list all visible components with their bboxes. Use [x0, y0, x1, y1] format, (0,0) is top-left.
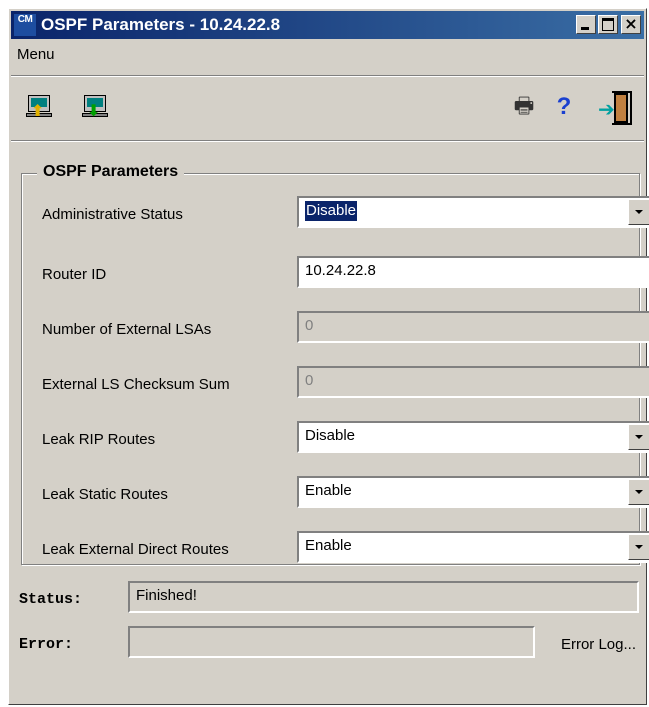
close-icon: ×	[624, 14, 638, 33]
admin-status-label: Administrative Status	[42, 206, 183, 223]
printer-icon[interactable]: 🖶	[512, 95, 536, 119]
leak-ext-direct-routes-select[interactable]: Enable	[297, 531, 649, 563]
error-log-button[interactable]: Error Log...	[561, 636, 636, 653]
title-bar[interactable]: CM OSPF Parameters - 10.24.22.8 ×	[11, 11, 644, 39]
app-icon[interactable]: CM	[14, 14, 36, 36]
leak-rip-routes-select[interactable]: Disable	[297, 421, 649, 453]
leak-ext-direct-dropdown-button[interactable]	[628, 534, 649, 560]
minimize-icon	[581, 27, 589, 30]
leak-rip-dropdown-button[interactable]	[628, 424, 649, 450]
leak-static-routes-value: Enable	[305, 482, 352, 499]
chevron-down-icon	[635, 545, 643, 549]
app-icon-text: CM	[17, 14, 33, 25]
num-external-lsas-label: Number of External LSAs	[42, 321, 212, 338]
close-button[interactable]: ×	[621, 14, 641, 34]
admin-status-select[interactable]: Disable	[297, 196, 649, 228]
ospf-parameters-group: OSPF Parameters Administrative Status Di…	[21, 163, 649, 565]
router-id-input[interactable]: 10.24.22.8	[297, 256, 649, 288]
maximize-button[interactable]	[598, 15, 618, 34]
chevron-down-icon	[635, 435, 643, 439]
exit-icon[interactable]: ➔	[598, 91, 632, 125]
ext-ls-checksum-label: External LS Checksum Sum	[42, 376, 230, 393]
router-id-label: Router ID	[42, 266, 107, 283]
download-arrow-icon: ⬇	[87, 101, 101, 120]
admin-status-dropdown-button[interactable]	[628, 199, 649, 225]
status-label: Status:	[19, 591, 83, 608]
help-icon[interactable]: ?	[552, 93, 576, 121]
upload-arrow-icon: ⬆	[31, 101, 45, 120]
ext-ls-checksum-field: 0	[297, 366, 649, 398]
toolbar: ⬆ ⬇ 🖶 ? ➔	[11, 75, 644, 141]
menu-item-menu[interactable]: Menu	[17, 46, 55, 63]
leak-ext-direct-routes-value: Enable	[305, 537, 352, 554]
window-title: OSPF Parameters - 10.24.22.8	[41, 15, 281, 34]
leak-static-dropdown-button[interactable]	[628, 479, 649, 505]
maximize-icon	[602, 18, 614, 31]
minimize-button[interactable]	[576, 15, 596, 34]
group-title: OSPF Parameters	[37, 163, 185, 181]
num-external-lsas-field: 0	[297, 311, 649, 343]
error-field	[128, 626, 535, 658]
chevron-down-icon	[635, 210, 643, 214]
chevron-down-icon	[635, 490, 643, 494]
upload-button[interactable]: ⬆	[25, 94, 53, 122]
leak-static-routes-label: Leak Static Routes	[42, 486, 168, 503]
leak-ext-direct-routes-label: Leak External Direct Routes	[42, 541, 229, 558]
download-button[interactable]: ⬇	[81, 94, 109, 122]
window-controls: ×	[574, 14, 641, 35]
leak-rip-routes-value: Disable	[305, 427, 356, 444]
leak-static-routes-select[interactable]: Enable	[297, 476, 649, 508]
error-label: Error:	[19, 636, 74, 653]
leak-rip-routes-label: Leak RIP Routes	[42, 431, 156, 448]
menu-bar: Menu	[17, 46, 55, 63]
ospf-parameters-window: CM OSPF Parameters - 10.24.22.8 × Menu ⬆…	[8, 8, 649, 705]
status-field: Finished!	[128, 581, 639, 613]
admin-status-value: Disable	[303, 200, 359, 222]
